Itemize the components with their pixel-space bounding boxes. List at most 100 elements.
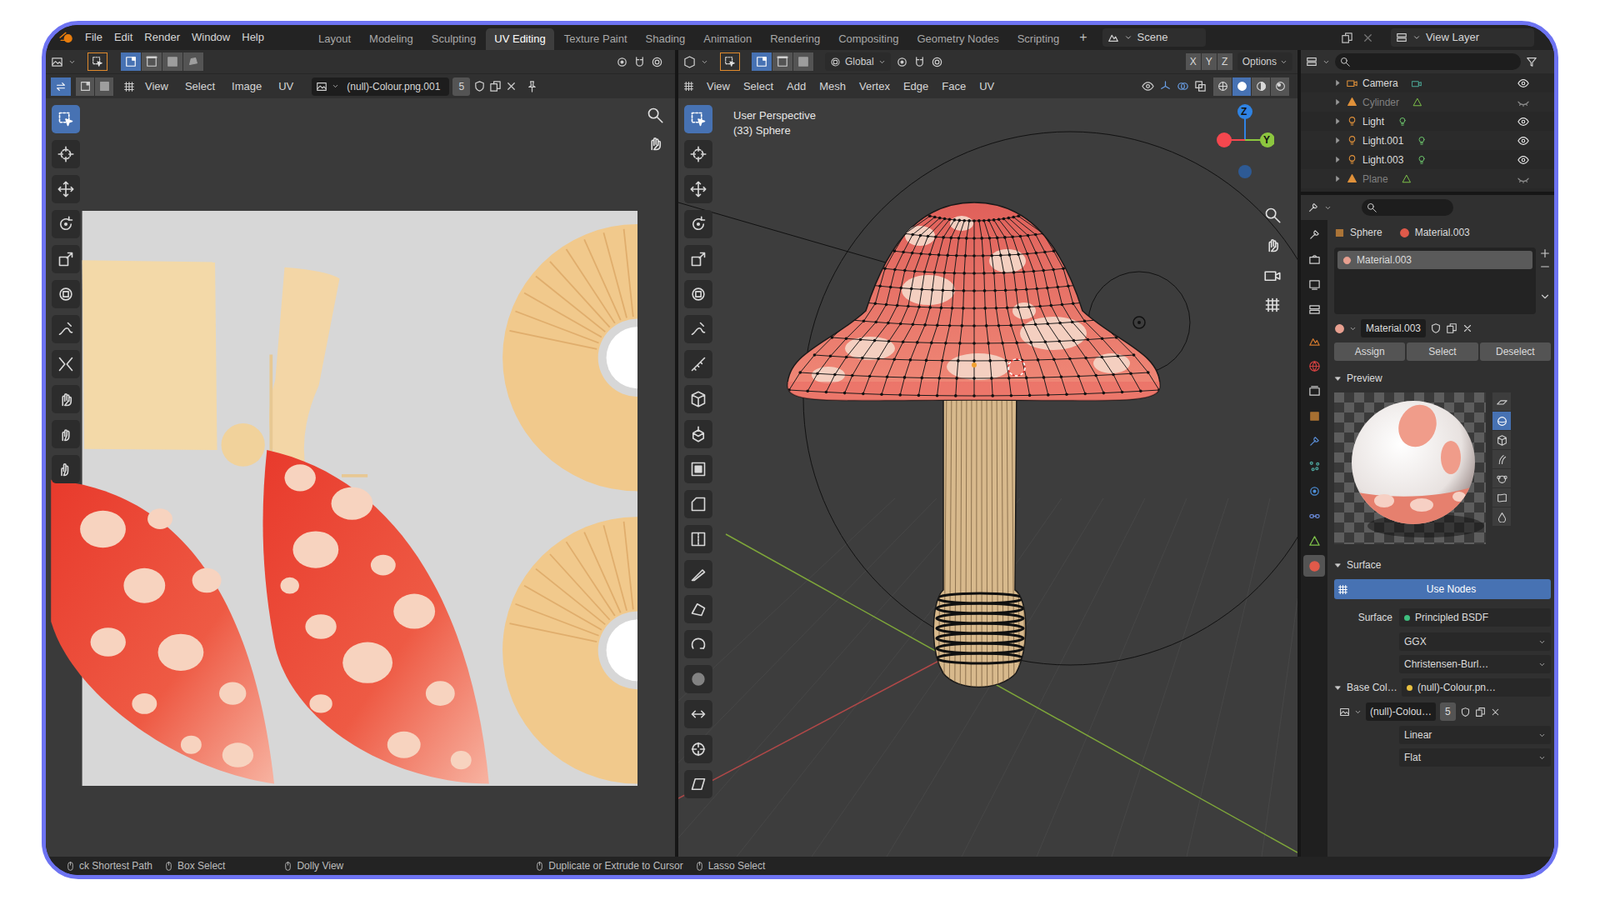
tool-button[interactable]	[684, 350, 713, 379]
light-icon[interactable]	[1346, 154, 1358, 165]
extrude-icon[interactable]	[690, 425, 707, 443]
tool-button[interactable]	[51, 140, 80, 169]
mouse-icon[interactable]	[283, 861, 293, 871]
outliner-row[interactable]: Light.003	[1300, 150, 1555, 170]
tool-button[interactable]	[684, 245, 713, 274]
annotate-icon[interactable]	[690, 320, 707, 338]
hand-icon[interactable]	[646, 135, 664, 152]
sync-selection-button[interactable]	[50, 77, 71, 96]
edge-icon[interactable]	[776, 55, 789, 68]
tool-button[interactable]	[51, 315, 80, 344]
chevron-icon[interactable]	[1538, 754, 1546, 762]
viewport-canvas[interactable]: User Perspective(33) SphereZY	[678, 98, 1298, 857]
outliner-row[interactable]: Light.001	[1300, 130, 1555, 150]
light-icon[interactable]	[1416, 135, 1427, 146]
camera-icon[interactable]	[1411, 78, 1422, 89]
properties-tab[interactable]	[1303, 380, 1325, 402]
material-icon[interactable]	[1308, 560, 1321, 573]
tool-button[interactable]	[51, 280, 80, 309]
tool-button[interactable]	[684, 420, 713, 449]
properties-tab[interactable]	[1303, 555, 1325, 577]
select-box-icon[interactable]	[91, 55, 104, 68]
grid-icon[interactable]	[683, 80, 695, 92]
x-icon[interactable]	[1461, 322, 1474, 335]
poly-build-icon[interactable]	[690, 600, 707, 618]
eye-icon[interactable]	[1141, 80, 1155, 93]
tool-button[interactable]	[684, 175, 713, 204]
eye-icon[interactable]	[1517, 115, 1530, 128]
shading-solid-icon[interactable]	[1236, 80, 1248, 92]
x-icon[interactable]	[505, 80, 518, 93]
transform-icon[interactable]	[830, 56, 841, 68]
tool-button[interactable]	[684, 385, 713, 414]
properties-tab[interactable]	[1303, 405, 1325, 427]
tri-down-icon[interactable]	[1334, 561, 1342, 570]
view-layer-icon[interactable]	[1305, 55, 1318, 68]
sync-icon[interactable]	[55, 80, 67, 93]
scene-icon[interactable]	[1308, 335, 1321, 348]
tri-down-icon[interactable]	[1334, 375, 1342, 383]
properties-tab[interactable]	[1303, 505, 1325, 527]
proportional-icon[interactable]	[930, 55, 944, 69]
menu-item[interactable]: Select	[178, 78, 222, 95]
shading-material-icon[interactable]	[1255, 80, 1267, 92]
menu-item[interactable]: Edit	[108, 25, 139, 50]
image-icon[interactable]	[315, 80, 328, 93]
properties-tab[interactable]	[1303, 530, 1325, 552]
eye-icon[interactable]	[1517, 154, 1530, 166]
scale-icon[interactable]	[57, 250, 75, 268]
data-icon[interactable]	[1308, 535, 1321, 548]
uv-canvas[interactable]	[45, 98, 675, 857]
distribution-dropdown[interactable]: GGX	[1399, 632, 1551, 651]
outliner-row[interactable]: Cylinder	[1300, 92, 1555, 112]
interpolation-dropdown[interactable]: Linear	[1399, 725, 1551, 745]
world-icon[interactable]	[1308, 360, 1321, 373]
properties-tab[interactable]	[1303, 248, 1325, 270]
mode-button[interactable]	[120, 52, 141, 71]
mouse-icon[interactable]	[164, 861, 174, 871]
mirror-toggle[interactable]: X	[1185, 53, 1201, 70]
image-icon[interactable]	[1339, 706, 1350, 718]
edge-slide-icon[interactable]	[690, 705, 707, 723]
collection-icon[interactable]	[1308, 385, 1321, 398]
cube-icon[interactable]	[1496, 435, 1508, 446]
copy-icon[interactable]	[489, 80, 502, 93]
rotate-icon[interactable]	[57, 215, 75, 233]
base-color-field[interactable]: (null)-Colour.pn…	[1401, 678, 1551, 697]
image-icon[interactable]	[50, 55, 64, 69]
tri-down-icon[interactable]	[1334, 684, 1342, 692]
constraint-icon[interactable]	[1308, 510, 1321, 523]
chevron-icon[interactable]	[1349, 325, 1357, 333]
tool-button[interactable]	[684, 455, 713, 484]
tool-button[interactable]	[684, 315, 713, 344]
face-icon[interactable]	[166, 55, 179, 68]
object-icon[interactable]	[1334, 227, 1345, 239]
preview-shape-button[interactable]	[1492, 507, 1511, 526]
mirror-toggle[interactable]: Y	[1201, 53, 1217, 70]
magnifier-icon[interactable]	[1264, 206, 1281, 224]
loop-cut-icon[interactable]	[690, 530, 707, 548]
tri-right-icon[interactable]	[1334, 136, 1342, 145]
chevron-icon[interactable]	[1539, 290, 1551, 303]
menu-item[interactable]: Image	[225, 78, 269, 95]
workspace-tab[interactable]: Scripting	[1009, 28, 1069, 50]
light-icon[interactable]	[1416, 155, 1427, 165]
preview-shape-button[interactable]	[1492, 392, 1511, 411]
rip-icon[interactable]	[57, 355, 75, 373]
chevron-icon[interactable]	[1324, 204, 1332, 212]
rotate-icon[interactable]	[690, 215, 707, 233]
workspace-tab[interactable]: Shading	[637, 28, 695, 50]
mode-button[interactable]	[793, 52, 814, 71]
cube-icon[interactable]	[690, 390, 707, 408]
light-icon[interactable]	[1346, 135, 1358, 146]
chevron-icon[interactable]	[1354, 708, 1362, 716]
select-box-icon[interactable]	[690, 110, 707, 128]
face-icon[interactable]	[797, 55, 810, 68]
menu-item[interactable]: Window	[185, 25, 236, 50]
shading-button[interactable]	[1232, 77, 1251, 96]
plus-icon[interactable]	[1539, 247, 1551, 260]
tool-button[interactable]	[684, 105, 713, 134]
menu-item[interactable]: UV	[271, 78, 300, 95]
view-layer-icon[interactable]	[1308, 303, 1321, 316]
properties-search[interactable]	[1361, 199, 1454, 216]
